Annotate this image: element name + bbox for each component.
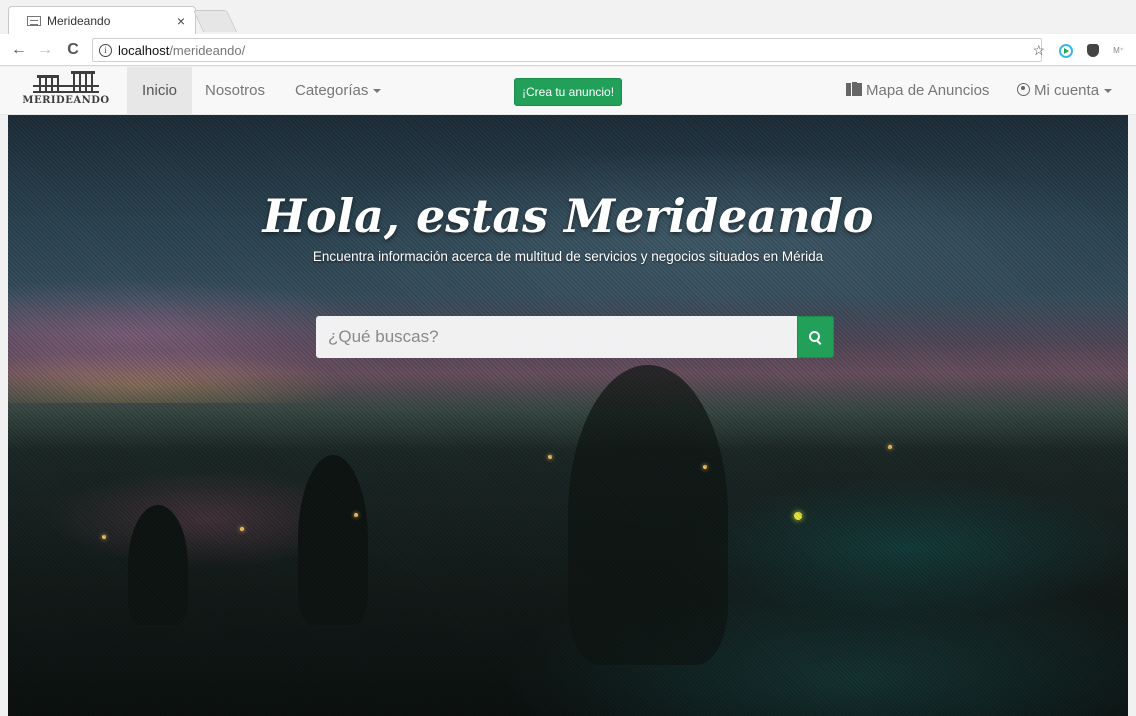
url-host: localhost [118,42,170,58]
brand-logo[interactable]: MERIDEANDO [22,71,110,113]
search-input[interactable] [316,316,797,358]
map-icon [846,82,862,96]
shield-extension-icon[interactable] [1087,44,1100,57]
nav-link-categorias[interactable]: Categorías [280,67,396,114]
brand-text: MERIDEANDO [22,95,110,106]
site-navbar: MERIDEANDO Inicio Nosotros Categorías ¡C… [0,67,1136,115]
play-extension-icon[interactable] [1059,43,1074,58]
back-arrow-icon[interactable]: ← [8,41,30,59]
search-button[interactable] [797,316,834,358]
tab-title: Merideando [47,13,111,28]
nav-link-map[interactable]: Mapa de Anuncios [831,67,1004,114]
star-bookmark-icon[interactable]: ☆ [1033,42,1046,59]
reload-icon[interactable]: C [62,41,84,59]
hero-section: Hola, estas Merideando Encuentra informa… [8,115,1128,716]
address-bar[interactable]: i localhost/merideando/ [92,38,1042,62]
search-icon [809,330,820,342]
browser-toolbar: ← → C i localhost/merideando/ ☆ M⁺ [0,34,1136,66]
logo-graphic-icon [31,71,101,93]
hero-subtitle: Encuentra información acerca de multitud… [312,249,824,264]
map-label: Mapa de Anuncios [866,82,990,99]
search-form [316,316,834,358]
nav-link-inicio[interactable]: Inicio [127,67,193,114]
caret-down-icon [373,89,382,94]
browser-tabstrip: Merideando × [0,0,1136,34]
caret-down-icon [1104,89,1113,94]
new-tab-button[interactable] [192,10,238,32]
favicon-icon [27,15,41,26]
hero-title: Hola, estas Merideando [262,189,874,243]
forward-arrow-icon[interactable]: → [34,41,56,59]
browser-tab[interactable]: Merideando × [8,6,196,34]
url-path: /merideando/ [169,42,246,58]
categorias-label: Categorías [295,82,369,99]
info-icon[interactable]: i [99,43,112,57]
account-label: Mi cuenta [1034,82,1100,99]
nav-link-nosotros[interactable]: Nosotros [190,67,280,114]
create-ad-button[interactable]: ¡Crea tu anuncio! [514,78,623,106]
extension-m-icon[interactable]: M⁺ [1113,46,1124,55]
user-circle-icon [1017,83,1030,96]
extension-icons: ☆ M⁺ [1033,42,1124,59]
nav-link-account[interactable]: Mi cuenta [1002,67,1127,114]
close-tab-icon[interactable]: × [177,13,185,29]
